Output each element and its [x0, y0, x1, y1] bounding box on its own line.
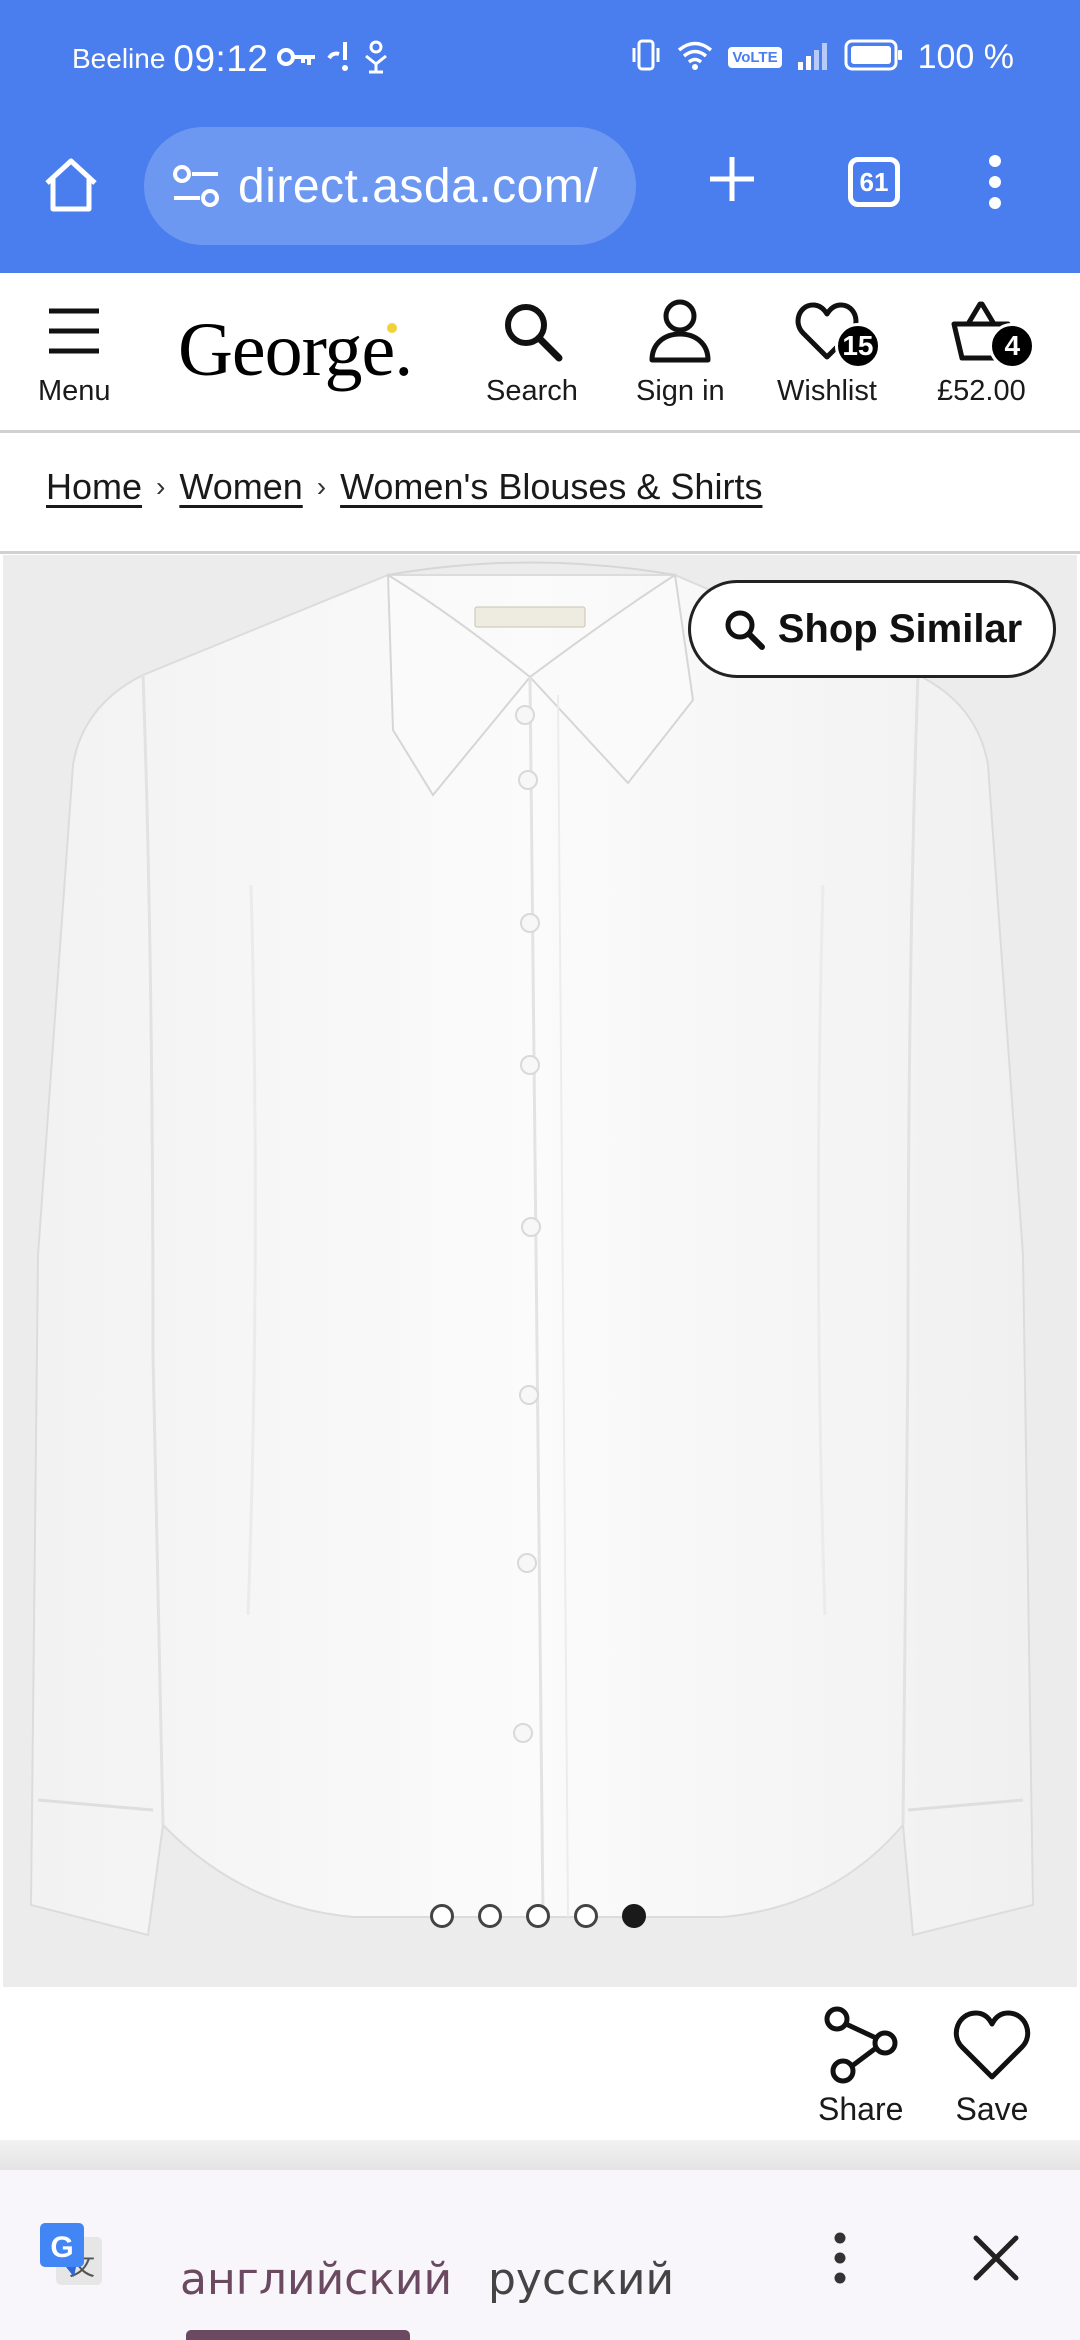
- search-icon: [725, 610, 765, 650]
- volte-badge: VoLTE: [728, 47, 782, 68]
- menu-label: Menu: [38, 375, 111, 407]
- wishlist-label: Wishlist: [777, 375, 877, 407]
- carousel-dot-5[interactable]: [622, 1904, 646, 1928]
- close-icon[interactable]: [968, 2230, 1024, 2286]
- breadcrumb-blouses-shirts[interactable]: Women's Blouses & Shirts: [340, 466, 762, 508]
- wishlist-count-badge: 15: [834, 323, 881, 369]
- site-header: Menu George. Search Sign in 15 Wishlist …: [0, 273, 1080, 433]
- basket-total: £52.00: [937, 375, 1026, 407]
- shop-similar-label: Shop Similar: [777, 606, 1023, 651]
- breadcrumb: Home › Women › Women's Blouses & Shirts: [46, 466, 762, 508]
- accessibility-icon: [363, 40, 389, 79]
- translate-bar-shadow: [0, 2140, 1080, 2170]
- site-settings-icon[interactable]: [168, 158, 224, 214]
- george-logo[interactable]: George.: [178, 307, 413, 394]
- google-translate-icon[interactable]: 文 G: [38, 2221, 104, 2287]
- heart-icon: [953, 2010, 1031, 2080]
- menu-button[interactable]: Menu: [38, 295, 111, 408]
- selected-language-indicator: [186, 2330, 410, 2340]
- new-tab-button[interactable]: [700, 147, 764, 211]
- search-icon: [504, 304, 563, 362]
- more-vertical-icon: [834, 2232, 846, 2284]
- save-label: Save: [955, 2091, 1029, 2127]
- wishlist-button[interactable]: 15 Wishlist: [777, 295, 881, 408]
- hamburger-icon: [49, 308, 100, 354]
- white-shirt-illustration: [29, 561, 1035, 1937]
- chevron-right-icon: ›: [316, 471, 327, 502]
- home-button[interactable]: [36, 150, 106, 220]
- translate-bar: 文 G английский русский: [0, 2170, 1080, 2340]
- translate-options-button[interactable]: [820, 2228, 860, 2288]
- signal-icon: [796, 40, 830, 75]
- home-icon: [45, 158, 97, 212]
- search-button[interactable]: Search: [486, 295, 578, 408]
- vibrate-icon: [630, 38, 662, 77]
- clock: 09:12: [173, 38, 269, 79]
- basket-count-badge: 4: [989, 323, 1036, 369]
- basket-button[interactable]: 4 £52.00: [937, 295, 1036, 408]
- breadcrumb-divider: [0, 551, 1080, 554]
- battery-icon: [844, 39, 904, 76]
- breadcrumb-home[interactable]: Home: [46, 466, 142, 508]
- breadcrumb-women[interactable]: Women: [179, 466, 302, 508]
- share-button[interactable]: Share: [818, 2005, 903, 2128]
- save-button[interactable]: Save: [952, 2005, 1032, 2128]
- chevron-right-icon: ›: [156, 471, 166, 502]
- browser-toolbar: direct.asda.com/ 61: [0, 125, 1080, 273]
- product-image[interactable]: [3, 555, 1077, 1987]
- status-bar: Beeline 09:12 VoLTE 100 %: [0, 0, 1080, 125]
- more-menu-button[interactable]: [975, 150, 1015, 214]
- source-language-tab[interactable]: английский: [180, 2254, 452, 2305]
- carousel-dot-3[interactable]: [526, 1904, 550, 1928]
- key-icon: [276, 45, 317, 74]
- user-icon: [649, 299, 711, 363]
- carrier-name: Beeline: [72, 43, 166, 74]
- notification-icon: [325, 40, 355, 79]
- address-bar[interactable]: direct.asda.com/: [144, 127, 636, 245]
- share-icon: [824, 2006, 898, 2084]
- more-vertical-icon: [989, 155, 1001, 209]
- tab-switcher-button[interactable]: 61: [848, 157, 900, 207]
- plus-icon: [710, 157, 754, 201]
- target-language-tab[interactable]: русский: [488, 2254, 674, 2305]
- logo-accent: [387, 323, 397, 333]
- battery-percent: 100 %: [917, 38, 1014, 76]
- carousel-dot-2[interactable]: [478, 1904, 502, 1928]
- carousel-dot-4[interactable]: [574, 1904, 598, 1928]
- sign-in-button[interactable]: Sign in: [636, 295, 725, 408]
- search-label: Search: [486, 375, 578, 407]
- image-carousel-dots: [430, 1904, 646, 1928]
- carousel-dot-1[interactable]: [430, 1904, 454, 1928]
- wifi-icon: [676, 40, 714, 75]
- share-label: Share: [818, 2091, 904, 2127]
- sign-in-label: Sign in: [636, 375, 725, 407]
- shop-similar-button[interactable]: Shop Similar: [688, 580, 1056, 678]
- url-text: direct.asda.com/: [238, 159, 599, 213]
- svg-text:G: G: [50, 2231, 73, 2264]
